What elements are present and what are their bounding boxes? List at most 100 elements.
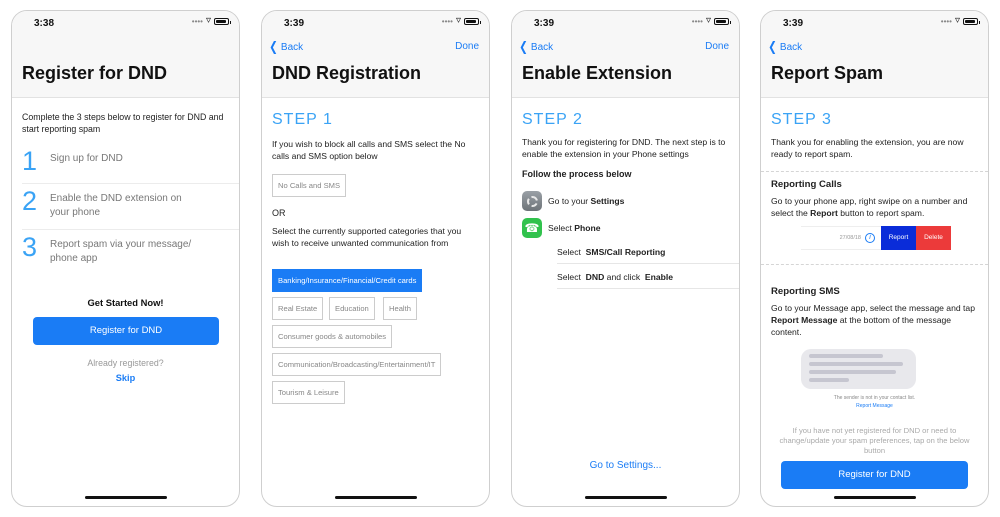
- step-text: Report spam via your message/ phone app: [50, 239, 192, 264]
- content: STEP 2 Thank you for registering for DND…: [512, 99, 739, 506]
- status-icons: •••• ▿: [692, 15, 731, 26]
- settings-step-row: Go to your Settings: [522, 190, 739, 212]
- section-divider: [761, 264, 988, 265]
- home-indicator[interactable]: [84, 496, 167, 499]
- step-1-row: 1 Sign up for DND: [22, 146, 239, 184]
- status-time: 3:39: [783, 18, 804, 29]
- wifi-icon: ▿: [705, 15, 711, 26]
- back-button[interactable]: ❮ Back: [518, 39, 553, 54]
- info-icon: i: [865, 233, 875, 243]
- chevron-left-icon: ❮: [269, 39, 278, 54]
- chevron-left-icon: ❮: [519, 39, 528, 54]
- done-button[interactable]: Done: [455, 41, 479, 52]
- get-started-heading: Get Started Now!: [87, 297, 164, 308]
- back-label: Back: [779, 41, 803, 53]
- category-chip-tourism[interactable]: Tourism & Leisure: [272, 381, 345, 404]
- settings-app-icon: [522, 191, 542, 211]
- wifi-icon: ▿: [205, 15, 211, 26]
- screen-report-spam: 3:39 •••• ▿ ❮ Back Report Spam STEP 3 Tha…: [760, 10, 989, 507]
- category-chip-real-estate[interactable]: Real Estate: [272, 297, 324, 320]
- sms-text-1: Go to your Message app, select the messa…: [771, 303, 975, 313]
- back-button[interactable]: ❮ Back: [767, 40, 803, 53]
- sample-message-bubble: [801, 349, 916, 389]
- status-time: 3:38: [34, 18, 55, 29]
- category-chip-consumer-goods[interactable]: Consumer goods & automobiles: [272, 325, 393, 348]
- status-bar: 3:38 •••• ▿: [12, 11, 239, 37]
- step-heading: STEP 1: [272, 111, 333, 128]
- step-heading: STEP 3: [771, 111, 832, 128]
- step-heading: STEP 2: [522, 111, 583, 128]
- signal-icon: ••••: [191, 16, 203, 26]
- wifi-icon: ▿: [455, 15, 461, 26]
- thanks-text: Thank you for enabling the extension, yo…: [771, 137, 964, 159]
- status-bar: 3:39 •••• ▿: [761, 11, 988, 37]
- blurred-text: [809, 378, 849, 382]
- phone-step-row: ☎ Select Phone: [522, 217, 739, 239]
- category-chip-communication[interactable]: Communication/Broadcasting/Entertainment…: [272, 353, 442, 376]
- battery-icon: [464, 17, 481, 25]
- reporting-calls-heading: Reporting Calls: [771, 179, 842, 190]
- home-indicator[interactable]: [334, 496, 417, 499]
- category-chip-education[interactable]: Education: [329, 297, 375, 320]
- battery-icon: [214, 17, 231, 25]
- register-button[interactable]: Register for DND: [781, 461, 968, 489]
- phone-app-icon: ☎: [522, 218, 542, 238]
- blurred-text: [809, 370, 897, 374]
- battery-icon: [714, 17, 731, 25]
- status-icons: •••• ▿: [441, 15, 481, 26]
- signal-icon: ••••: [940, 16, 952, 26]
- screen-register-for-dnd: 3:38 •••• ▿ Register for DND Complete th…: [11, 10, 240, 507]
- content: STEP 3 Thank you for enabling the extens…: [761, 99, 988, 506]
- skip-link[interactable]: Skip: [12, 373, 239, 383]
- nav-bar: ❮ Back Done: [518, 39, 729, 57]
- register-button[interactable]: Register for DND: [33, 317, 219, 345]
- category-chip-health[interactable]: Health: [383, 297, 417, 320]
- signal-icon: ••••: [441, 16, 453, 26]
- reporting-sms-heading: Reporting SMS: [771, 286, 840, 297]
- thanks-text: Thank you for registering for DND. The n…: [522, 137, 726, 159]
- intro-text: Complete the 3 steps below to register f…: [22, 112, 224, 134]
- sub2-prefix: Select: [557, 272, 584, 282]
- battery-level: [716, 19, 726, 23]
- sub2-mid: and click: [604, 272, 643, 282]
- home-indicator[interactable]: [833, 496, 916, 499]
- page-title: Register for DND: [22, 63, 168, 83]
- step-2-row: 2 Enable the DND extension on your phone: [22, 186, 239, 230]
- battery-icon: [963, 17, 980, 25]
- nav-bar: ❮ Back Done: [268, 39, 479, 57]
- battery-level: [965, 19, 975, 23]
- select-text: Select the currently supported categorie…: [272, 226, 462, 248]
- done-button[interactable]: Done: [705, 41, 729, 52]
- battery-level: [216, 19, 226, 23]
- reporting-calls-text: Go to your phone app, right swipe on a n…: [771, 195, 978, 219]
- report-message-link: Report Message: [856, 403, 893, 409]
- step-3-row: 3 Report spam via your message/ phone ap…: [22, 232, 239, 276]
- step-text: Enable the DND extension on your phone: [50, 193, 182, 218]
- call-date: 27/08/18: [839, 235, 861, 241]
- blurred-text: [809, 362, 904, 366]
- status-time: 3:39: [284, 18, 305, 29]
- back-button[interactable]: ❮ Back: [268, 39, 303, 54]
- page-title: Enable Extension: [522, 63, 673, 83]
- screen-enable-extension: 3:39 •••• ▿ ❮ Back Done Enable Extension …: [511, 10, 740, 507]
- swiped-call-row: 27/08/18 i Report Delete: [801, 226, 951, 250]
- sender-note: The sender is not in your contact list.: [833, 395, 916, 401]
- step-number: 1: [22, 146, 38, 176]
- content: Complete the 3 steps below to register f…: [12, 99, 239, 506]
- dnd-enable-row: Select DND and click Enable: [557, 265, 739, 289]
- blurred-text: [809, 354, 884, 358]
- status-bar: 3:39 •••• ▿: [512, 11, 739, 37]
- already-registered-text: Already registered?: [87, 358, 164, 368]
- home-indicator[interactable]: [584, 496, 667, 499]
- content: STEP 1 If you wish to block all calls an…: [262, 99, 489, 506]
- reporting-sms-text: Go to your Message app, select the messa…: [771, 302, 978, 338]
- sms-call-reporting-row: Select SMS/Call Reporting: [557, 240, 739, 264]
- battery-level: [466, 19, 476, 23]
- page-title: DND Registration: [272, 63, 422, 83]
- screen-dnd-registration: 3:39 •••• ▿ ❮ Back Done DND Registration …: [261, 10, 490, 507]
- no-calls-option[interactable]: No Calls and SMS: [272, 174, 347, 197]
- block-text: If you wish to block all calls and SMS s…: [272, 139, 466, 161]
- step-number: 3: [22, 232, 38, 262]
- category-chip-banking[interactable]: Banking/Insurance/Financial/Credit cards: [272, 269, 423, 292]
- go-to-settings-link[interactable]: Go to Settings...: [512, 460, 739, 471]
